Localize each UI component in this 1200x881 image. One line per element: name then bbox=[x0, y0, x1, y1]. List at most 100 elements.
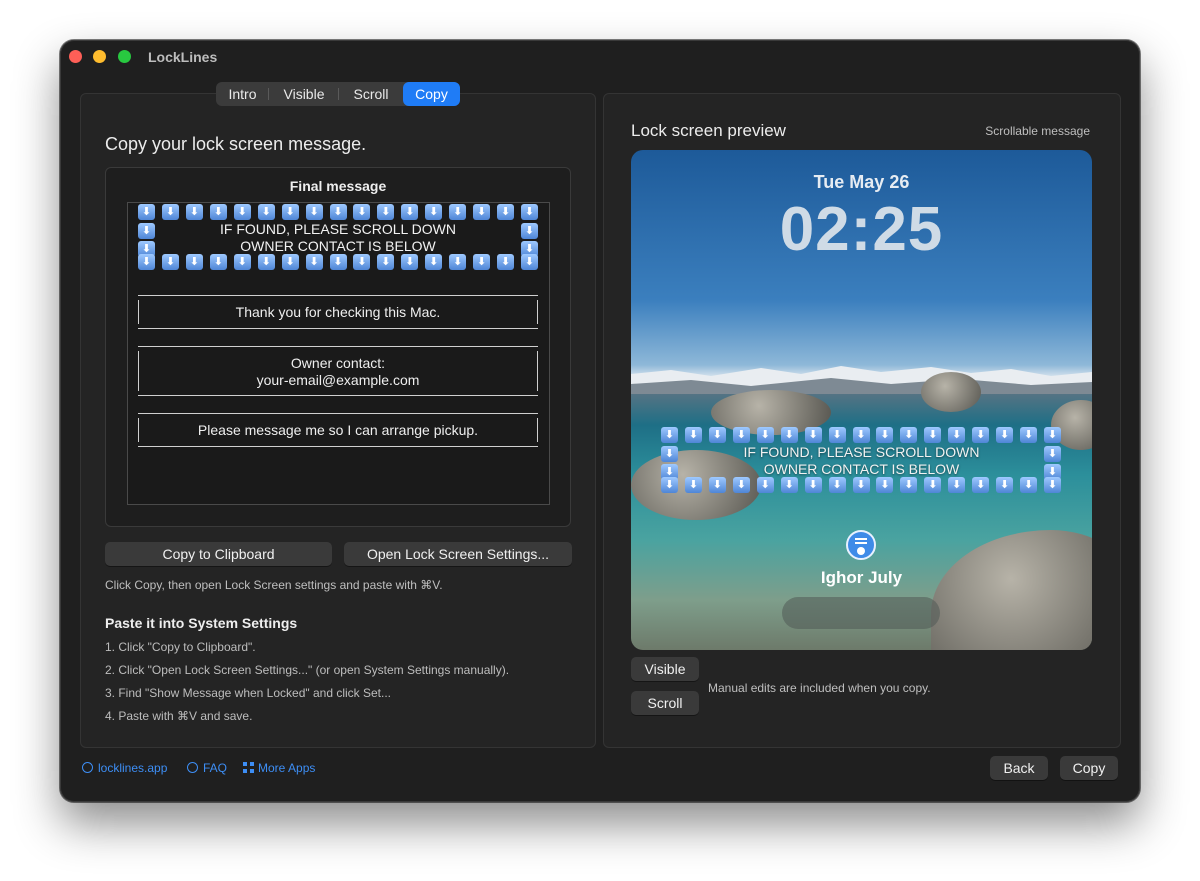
down-arrow-icon: ⬇ bbox=[876, 427, 894, 443]
down-arrow-icon: ⬇ bbox=[257, 254, 275, 270]
down-arrow-icon: ⬇ bbox=[377, 254, 395, 270]
open-lock-screen-settings-button[interactable]: Open Lock Screen Settings... bbox=[344, 542, 572, 566]
window-title: LockLines bbox=[148, 49, 218, 65]
manual-edits-note: Manual edits are included when you copy. bbox=[708, 681, 931, 695]
lock-arrow-column-left: ⬇ ⬇ bbox=[661, 444, 678, 480]
user-avatar-icon bbox=[846, 530, 876, 560]
copy-hint: Click Copy, then open Lock Screen settin… bbox=[105, 578, 443, 592]
tab-intro[interactable]: Intro bbox=[216, 82, 269, 106]
down-arrow-icon: ⬇ bbox=[497, 204, 515, 220]
down-arrow-icon: ⬇ bbox=[876, 477, 894, 493]
website-link[interactable]: locklines.app bbox=[82, 761, 167, 775]
close-window-button[interactable] bbox=[69, 50, 82, 63]
lock-arrow-column-right: ⬇ ⬇ bbox=[1044, 444, 1061, 480]
down-arrow-icon: ⬇ bbox=[1044, 446, 1061, 462]
globe-icon bbox=[82, 762, 93, 773]
owner-contact-email: your-email@example.com bbox=[256, 372, 420, 388]
final-message-title: Final message bbox=[289, 178, 387, 194]
down-arrow-icon: ⬇ bbox=[521, 254, 538, 270]
down-arrow-icon: ⬇ bbox=[948, 427, 966, 443]
down-arrow-icon: ⬇ bbox=[1020, 477, 1038, 493]
down-arrow-icon: ⬇ bbox=[425, 254, 443, 270]
down-arrow-icon: ⬇ bbox=[756, 427, 774, 443]
down-arrow-icon: ⬇ bbox=[1044, 477, 1061, 493]
password-field[interactable] bbox=[782, 597, 940, 629]
note-thanks: Thank you for checking this Mac. bbox=[138, 295, 538, 329]
down-arrow-icon: ⬇ bbox=[804, 477, 822, 493]
visible-mode-button[interactable]: Visible bbox=[631, 657, 699, 681]
down-arrow-icon: ⬇ bbox=[329, 254, 347, 270]
owner-contact-label: Owner contact: bbox=[290, 355, 386, 371]
down-arrow-icon: ⬇ bbox=[377, 204, 395, 220]
down-arrow-icon: ⬇ bbox=[305, 254, 323, 270]
down-arrow-icon: ⬇ bbox=[185, 254, 203, 270]
down-arrow-icon: ⬇ bbox=[138, 223, 155, 239]
lock-banner-line-2: OWNER CONTACT IS BELOW bbox=[763, 461, 960, 477]
paste-heading: Paste it into System Settings bbox=[105, 615, 298, 631]
down-arrow-icon: ⬇ bbox=[233, 204, 251, 220]
down-arrow-icon: ⬇ bbox=[521, 204, 538, 220]
step-2: 2. Click "Open Lock Screen Settings..." … bbox=[105, 663, 510, 677]
rock-image bbox=[931, 530, 1092, 650]
down-arrow-icon: ⬇ bbox=[1044, 427, 1061, 443]
copy-to-clipboard-button[interactable]: Copy to Clipboard bbox=[105, 542, 332, 566]
tab-bar: Intro Visible Scroll Copy bbox=[216, 82, 460, 106]
down-arrow-icon: ⬇ bbox=[732, 427, 750, 443]
lock-user-name: Ighor July bbox=[820, 568, 903, 587]
down-arrow-icon: ⬇ bbox=[473, 254, 491, 270]
note-owner-contact: Owner contact: your-email@example.com bbox=[138, 346, 538, 396]
down-arrow-icon: ⬇ bbox=[900, 427, 918, 443]
down-arrow-icon: ⬇ bbox=[756, 477, 774, 493]
down-arrow-icon: ⬇ bbox=[521, 223, 538, 239]
tab-scroll[interactable]: Scroll bbox=[339, 82, 403, 106]
note-pickup: Please message me so I can arrange picku… bbox=[138, 413, 538, 447]
down-arrow-icon: ⬇ bbox=[209, 254, 227, 270]
down-arrow-icon: ⬇ bbox=[305, 204, 323, 220]
step-1: 1. Click "Copy to Clipboard". bbox=[105, 640, 256, 654]
title-bar: LockLines bbox=[60, 40, 1140, 74]
app-window: LockLines Intro Visible Scroll Copy Copy… bbox=[60, 40, 1140, 802]
lock-banner-text: IF FOUND, PLEASE SCROLL DOWN OWNER CONTA… bbox=[681, 444, 1042, 478]
faq-link[interactable]: FAQ bbox=[187, 761, 227, 775]
down-arrow-icon: ⬇ bbox=[353, 204, 371, 220]
lock-arrow-row-top: ⬇ ⬇ ⬇ ⬇ ⬇ ⬇ ⬇ ⬇ ⬇ ⬇ ⬇ ⬇ ⬇ ⬇ ⬇ ⬇ ⬇ bbox=[661, 427, 1061, 443]
tab-visible[interactable]: Visible bbox=[269, 82, 339, 106]
down-arrow-icon: ⬇ bbox=[257, 204, 275, 220]
scroll-mode-button[interactable]: Scroll bbox=[631, 691, 699, 715]
down-arrow-icon: ⬇ bbox=[708, 427, 726, 443]
down-arrow-icon: ⬇ bbox=[661, 446, 678, 462]
message-preview: ⬇ ⬇ ⬇ ⬇ ⬇ ⬇ ⬇ ⬇ ⬇ ⬇ ⬇ ⬇ ⬇ ⬇ ⬇ ⬇ ⬇ ⬇ ⬇ ⬇ ⬇ IF FOUND, PLEA… bbox=[127, 202, 550, 505]
down-arrow-icon: ⬇ bbox=[972, 427, 990, 443]
down-arrow-icon: ⬇ bbox=[661, 427, 678, 443]
website-link-label: locklines.app bbox=[98, 761, 168, 775]
lock-arrow-row-bottom: ⬇ ⬇ ⬇ ⬇ ⬇ ⬇ ⬇ ⬇ ⬇ ⬇ ⬇ ⬇ ⬇ ⬇ ⬇ ⬇ ⬇ bbox=[661, 477, 1061, 493]
down-arrow-icon: ⬇ bbox=[138, 204, 155, 220]
preview-mode-label: Scrollable message bbox=[985, 124, 1090, 138]
copy-button[interactable]: Copy bbox=[1060, 756, 1118, 780]
arrow-column-left: ⬇ ⬇ bbox=[138, 221, 155, 257]
tab-copy[interactable]: Copy bbox=[403, 82, 460, 106]
more-apps-link[interactable]: More Apps bbox=[243, 761, 315, 775]
down-arrow-icon: ⬇ bbox=[924, 427, 942, 443]
down-arrow-icon: ⬇ bbox=[852, 477, 870, 493]
step-4: 4. Paste with ⌘V and save. bbox=[105, 709, 253, 723]
down-arrow-icon: ⬇ bbox=[425, 204, 443, 220]
back-button[interactable]: Back bbox=[990, 756, 1048, 780]
down-arrow-icon: ⬇ bbox=[329, 204, 347, 220]
grid-icon bbox=[243, 762, 254, 773]
down-arrow-icon: ⬇ bbox=[780, 427, 798, 443]
lock-preview-panel: Lock screen preview Scrollable message T… bbox=[603, 93, 1121, 748]
down-arrow-icon: ⬇ bbox=[449, 254, 467, 270]
zoom-window-button[interactable] bbox=[118, 50, 131, 63]
arrow-column-right: ⬇ ⬇ bbox=[521, 221, 538, 257]
down-arrow-icon: ⬇ bbox=[401, 204, 419, 220]
mountains-image bbox=[631, 366, 1092, 394]
minimize-window-button[interactable] bbox=[93, 50, 106, 63]
down-arrow-icon: ⬇ bbox=[828, 477, 846, 493]
down-arrow-icon: ⬇ bbox=[401, 254, 419, 270]
lock-date: Tue May 26 bbox=[813, 172, 910, 192]
down-arrow-icon: ⬇ bbox=[972, 477, 990, 493]
lock-time: 02:25 bbox=[779, 195, 944, 264]
copy-heading: Copy your lock screen message. bbox=[105, 134, 367, 154]
faq-link-label: FAQ bbox=[203, 761, 228, 775]
